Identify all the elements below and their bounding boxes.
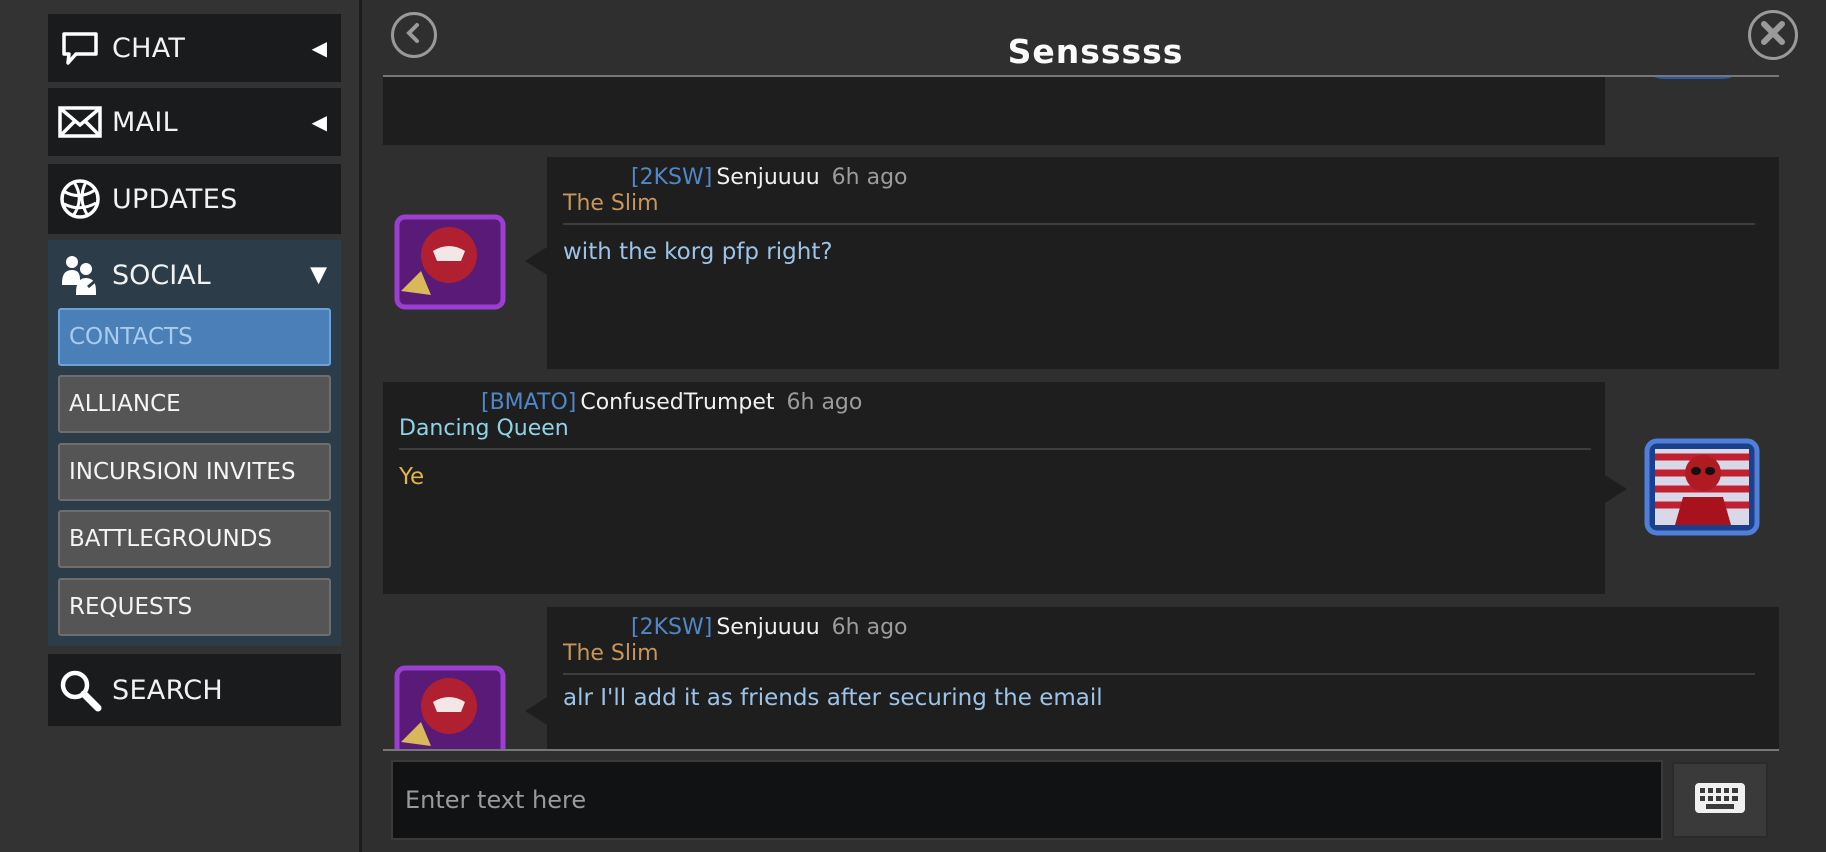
bubble-tail bbox=[525, 697, 547, 725]
keyboard-icon bbox=[1694, 782, 1746, 818]
player-title: The Slim bbox=[563, 641, 659, 666]
bubble-tail bbox=[1605, 475, 1627, 503]
divider bbox=[563, 673, 1755, 675]
message-bubble-partial bbox=[383, 77, 1605, 145]
globe-icon bbox=[56, 175, 104, 223]
nav-mail[interactable]: MAIL ◀ bbox=[48, 88, 341, 156]
message-text: with the korg pfp right? bbox=[563, 239, 833, 265]
collapse-arrow-icon: ◀ bbox=[311, 110, 327, 134]
username[interactable]: Senjuuuu bbox=[716, 165, 819, 190]
message-header: [BMATO] ConfusedTrumpet 6h ago bbox=[481, 390, 862, 415]
alliance-tag[interactable]: [2KSW] bbox=[631, 615, 712, 640]
nav-chat[interactable]: CHAT ◀ bbox=[48, 14, 341, 82]
chat-panel: Sensssss [2KSW]Senjuuuu6h ago The Slim bbox=[365, 0, 1826, 852]
message-bubble: [2KSW] Senjuuuu 6h ago The Slim alr I'll a… bbox=[547, 607, 1779, 749]
nav-updates[interactable]: UPDATES bbox=[48, 164, 341, 234]
avatar[interactable] bbox=[391, 211, 509, 311]
player-title: The Slim bbox=[563, 191, 659, 216]
message-input[interactable]: Enter text here bbox=[391, 760, 1663, 840]
timestamp: 6h ago bbox=[831, 615, 908, 640]
bubble-tail bbox=[525, 247, 547, 275]
alliance-tag[interactable]: [BMATO] bbox=[481, 390, 576, 415]
alliance-tag[interactable]: [2KSW] bbox=[631, 165, 712, 190]
nav-mail-label: MAIL bbox=[112, 106, 178, 138]
divider bbox=[399, 448, 1591, 450]
people-icon bbox=[56, 251, 104, 299]
timestamp: 6h ago bbox=[831, 165, 908, 190]
nav-search[interactable]: SEARCH bbox=[48, 654, 341, 726]
nav-chat-label: CHAT bbox=[112, 32, 186, 64]
avatar-partial bbox=[1643, 77, 1743, 79]
expand-arrow-icon: ▼ bbox=[310, 262, 327, 288]
avatar[interactable] bbox=[391, 662, 509, 749]
nav-social-label: SOCIAL bbox=[112, 259, 211, 291]
message-bubble: [BMATO] ConfusedTrumpet 6h ago Dancing Que… bbox=[383, 382, 1605, 594]
message-list[interactable]: [2KSW] Senjuuuu 6h ago The Slim with the k… bbox=[383, 77, 1779, 749]
player-title: Dancing Queen bbox=[399, 416, 569, 441]
message-bubble: [2KSW] Senjuuuu 6h ago The Slim with the k… bbox=[547, 157, 1779, 369]
social-section: SOCIAL ▼ CONTACTS ALLIANCE INCURSION INV… bbox=[48, 240, 341, 646]
magnifier-icon bbox=[56, 666, 104, 714]
conversation-title: Sensssss bbox=[1007, 32, 1184, 71]
nav-updates-label: UPDATES bbox=[112, 183, 238, 215]
message-header: [2KSW] Senjuuuu 6h ago bbox=[631, 615, 908, 640]
username[interactable]: Senjuuuu bbox=[716, 615, 819, 640]
collapse-arrow-icon: ◀ bbox=[311, 36, 327, 60]
nav-social[interactable]: SOCIAL ▼ bbox=[48, 240, 341, 310]
close-icon bbox=[1760, 20, 1786, 50]
timestamp: 6h ago bbox=[786, 390, 863, 415]
keyboard-button[interactable] bbox=[1672, 762, 1768, 838]
speech-bubble-icon bbox=[56, 24, 104, 72]
message-text: alr I'll add it as friends after securin… bbox=[563, 685, 1103, 711]
social-item-battlegrounds[interactable]: BATTLEGROUNDS bbox=[58, 510, 331, 568]
social-item-requests[interactable]: REQUESTS bbox=[58, 578, 331, 636]
divider bbox=[383, 749, 1779, 751]
message-header: [2KSW] Senjuuuu 6h ago bbox=[631, 165, 908, 190]
username[interactable]: ConfusedTrumpet bbox=[580, 390, 774, 415]
sidebar: CHAT ◀ MAIL ◀ UPDATES SOCIAL ▼ CONTACTS … bbox=[0, 0, 362, 852]
envelope-icon bbox=[56, 98, 104, 146]
nav-search-label: SEARCH bbox=[112, 674, 224, 706]
social-item-alliance[interactable]: ALLIANCE bbox=[58, 375, 331, 433]
message-text: Ye bbox=[399, 464, 425, 490]
social-item-incursion-invites[interactable]: INCURSION INVITES bbox=[58, 443, 331, 501]
divider bbox=[563, 223, 1755, 225]
input-placeholder: Enter text here bbox=[405, 786, 587, 814]
social-item-contacts[interactable]: CONTACTS bbox=[58, 308, 331, 366]
close-button[interactable] bbox=[1748, 10, 1798, 60]
avatar[interactable] bbox=[1643, 437, 1761, 537]
